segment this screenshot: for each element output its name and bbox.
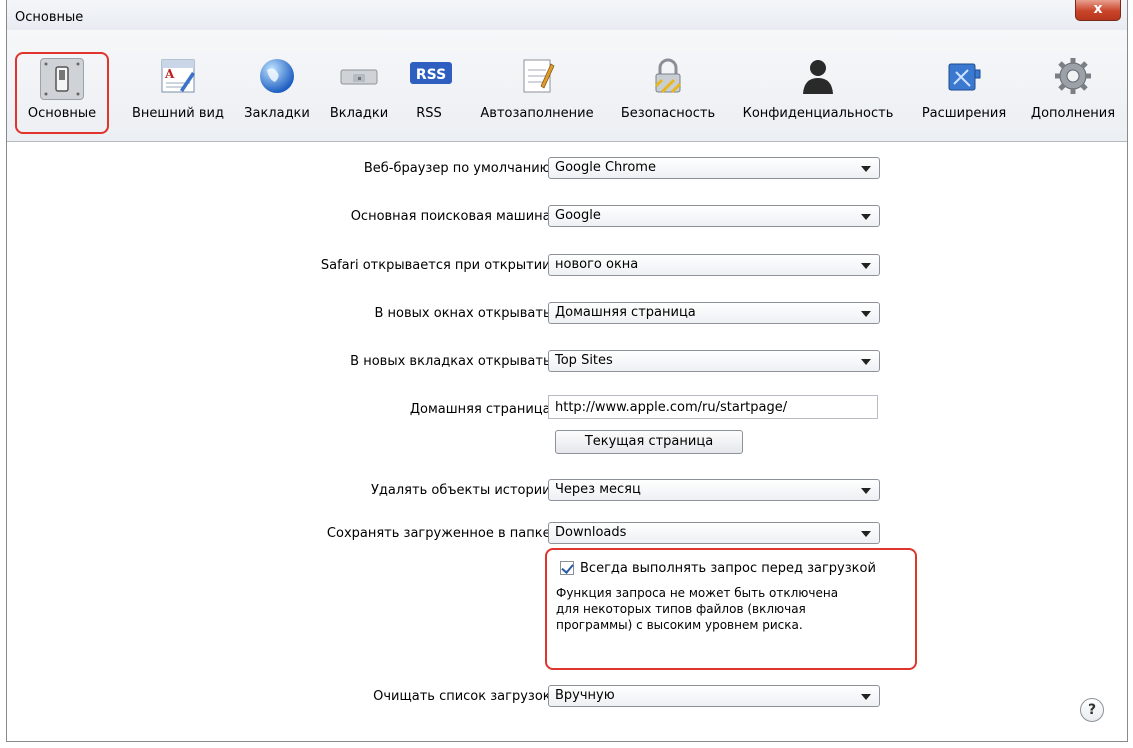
tab-label: Вкладки [329,106,389,121]
tab-label: RSS [416,106,442,121]
note-line: Функция запроса не может быть отключена [556,586,839,600]
tab-label: Внешний вид [132,106,224,121]
tab-security[interactable]: Безопасность [609,52,727,134]
svg-text:RSS: RSS [416,67,446,83]
select-value: Downloads [555,525,627,540]
tab-label: Безопасность [620,106,716,121]
new-windows-label: В новых окнах открывать: [374,306,556,321]
close-button[interactable]: x [1075,0,1121,21]
svg-text:A: A [164,67,175,81]
tab-autofill[interactable]: Автозаполнение [469,52,605,134]
ask-before-download-checkbox[interactable] [560,561,574,575]
search-engine-select[interactable]: Google [548,205,880,227]
default-browser-select[interactable]: Google Chrome [548,157,880,179]
select-value: Google Chrome [555,160,656,175]
help-button[interactable]: ? [1080,698,1104,722]
new-tabs-select[interactable]: Top Sites [548,350,880,372]
remove-history-row: Удалять объекты истории: Через месяц [0,479,1133,505]
rss-icon: RSS [409,56,452,96]
window-title: Основные [15,10,84,25]
default-browser-row: Веб-браузер по умолчанию: Google Chrome [0,157,1133,183]
chevron-down-icon [861,214,871,220]
save-downloads-row: Сохранять загруженное в папке: Downloads [0,522,1133,548]
checkmark-icon [561,561,574,574]
appearance-icon: A [158,56,198,96]
chevron-down-icon [861,694,871,700]
bookmarks-globe-icon [257,56,297,96]
advanced-gear-icon [1053,56,1093,96]
safari-opens-label: Safari открывается при открытии: [320,258,555,273]
remove-history-label: Удалять объекты истории: [371,483,555,498]
save-downloads-select[interactable]: Downloads [548,522,880,544]
select-value: нового окна [555,257,639,272]
homepage-label: Домашняя страница: [409,402,555,417]
homepage-input[interactable] [549,396,877,418]
chevron-down-icon [861,531,871,537]
select-value: Через месяц [555,482,641,497]
tab-label: Расширения [921,106,1007,121]
tab-label: Автозаполнение [480,106,594,121]
select-value: Домашняя страница [555,305,696,320]
download-warning-note: Функция запроса не может быть отключена … [556,585,906,633]
tab-advanced[interactable]: Дополнения [1021,52,1125,134]
tab-extensions[interactable]: Расширения [911,52,1017,134]
homepage-field[interactable] [548,395,878,419]
save-downloads-label: Сохранять загруженное в папке: [326,526,555,541]
new-tabs-row: В новых вкладках открывать: Top Sites [0,350,1133,376]
select-value: Top Sites [555,353,613,368]
select-value: Google [555,208,601,223]
note-line: для некоторых типов файлов (включая [556,602,806,616]
clear-downloads-select[interactable]: Вручную [548,685,880,707]
tab-label: Конфиденциальность [742,106,894,121]
ask-before-download-label: Всегда выполнять запрос перед загрузкой [580,561,876,576]
clear-downloads-row: Очищать список загрузок: Вручную [0,685,1133,711]
tabs-icon [339,56,379,96]
tab-appearance[interactable]: A Внешний вид [123,52,233,134]
chevron-down-icon [861,311,871,317]
tab-bookmarks[interactable]: Закладки [237,52,317,134]
new-windows-row: В новых окнах открывать: Домашняя страни… [0,302,1133,328]
chevron-down-icon [861,359,871,365]
default-browser-label: Веб-браузер по умолчанию: [363,161,555,176]
security-lock-icon [648,56,688,96]
chevron-down-icon [861,166,871,172]
extensions-icon [944,56,984,96]
autofill-icon [517,56,557,96]
preferences-toolbar: Основные A Внешний вид Закладки Вкладки … [7,30,1127,142]
homepage-row: Домашняя страница: [0,395,1133,421]
title-bar: Основные x [7,0,1127,30]
tab-label: Дополнения [1030,106,1116,121]
tab-general[interactable]: Основные [15,52,109,134]
tab-rss[interactable]: RSS RSS [401,52,457,134]
tab-privacy[interactable]: Конфиденциальность [729,52,907,134]
tab-tabs[interactable]: Вкладки [323,52,395,134]
general-switch-icon [40,58,84,100]
current-page-button[interactable]: Текущая страница [555,430,743,454]
tab-label: Закладки [244,106,310,121]
note-line: программы) с высоким уровнем риска. [556,618,803,632]
select-value: Вручную [555,688,615,703]
new-tabs-label: В новых вкладках открывать: [350,354,555,369]
safari-opens-select[interactable]: нового окна [548,254,880,276]
privacy-person-icon [798,56,838,96]
chevron-down-icon [861,488,871,494]
new-windows-select[interactable]: Домашняя страница [548,302,880,324]
remove-history-select[interactable]: Через месяц [548,479,880,501]
search-engine-label: Основная поисковая машина: [350,209,555,224]
safari-opens-row: Safari открывается при открытии: нового … [0,254,1133,280]
tab-label: Основные [27,106,97,121]
search-engine-row: Основная поисковая машина: Google [0,205,1133,231]
clear-downloads-label: Очищать список загрузок: [373,689,555,704]
chevron-down-icon [861,263,871,269]
